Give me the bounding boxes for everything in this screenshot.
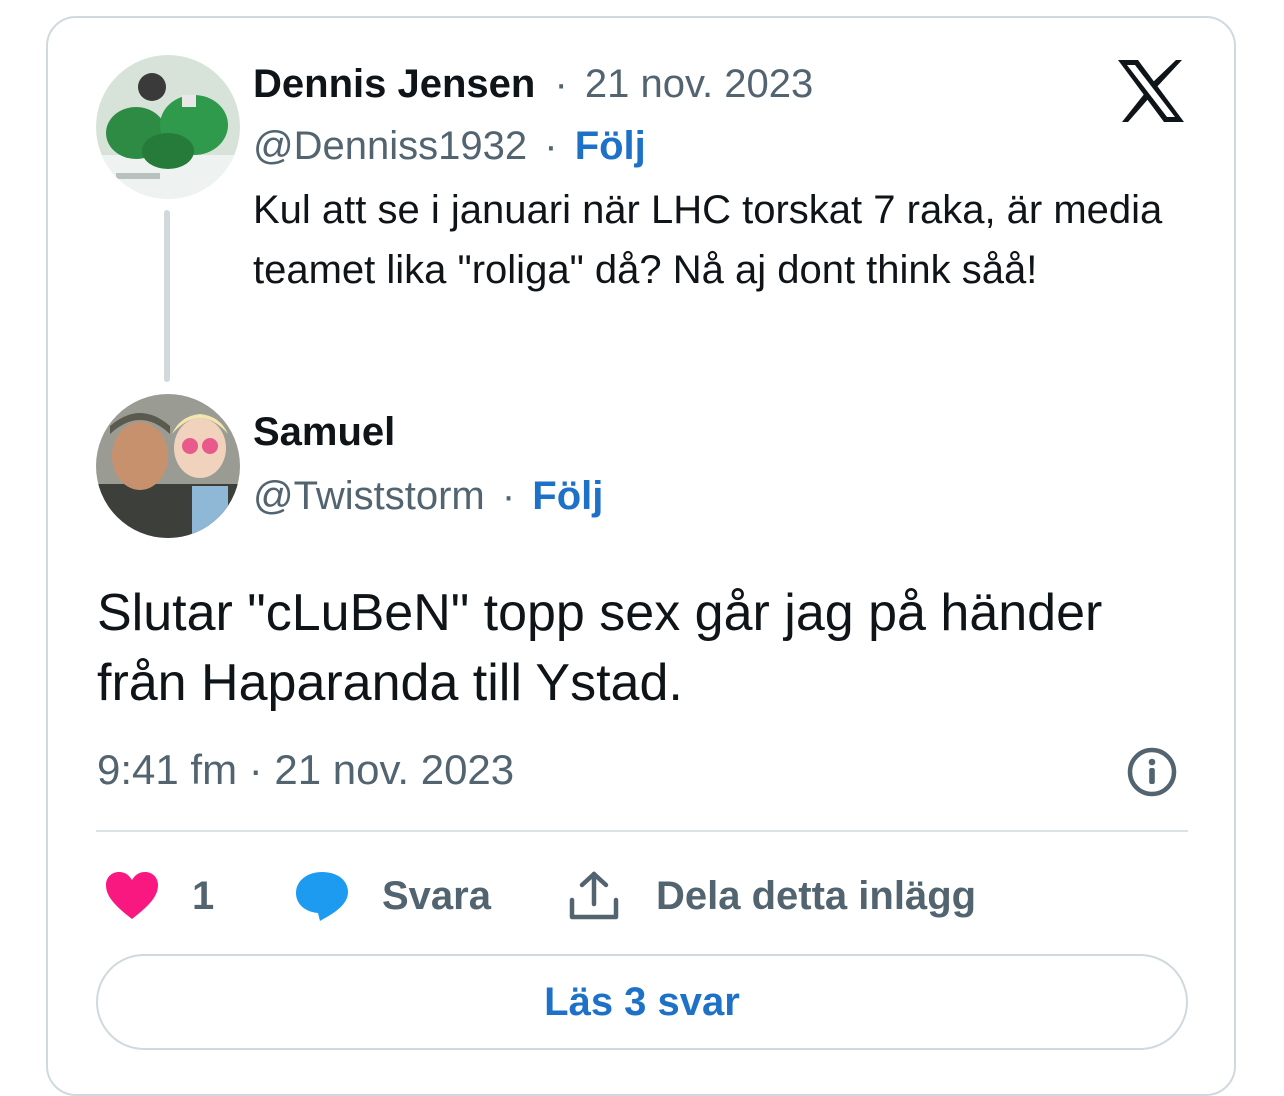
quoted-author-handle[interactable]: @Denniss1932 bbox=[253, 124, 527, 168]
x-logo-icon[interactable] bbox=[1118, 60, 1184, 122]
main-post-header: Samuel bbox=[253, 408, 395, 456]
speech-bubble-icon bbox=[296, 872, 348, 921]
quoted-post-text: Kul att se i januari när LHC torskat 7 r… bbox=[253, 188, 1163, 292]
header-separator: · bbox=[554, 62, 568, 106]
post-timestamp[interactable]: 9:41 fm · 21 nov. 2023 bbox=[97, 745, 514, 795]
main-handle-separator: · bbox=[501, 474, 516, 518]
quoted-post-date[interactable]: 21 nov. 2023 bbox=[585, 62, 813, 106]
share-label: Dela detta inlägg bbox=[656, 873, 977, 918]
like-count: 1 bbox=[192, 873, 215, 918]
like-button[interactable]: 1 bbox=[104, 866, 214, 926]
handle-separator: · bbox=[544, 124, 558, 168]
main-handle-row: @Twiststorm · Följ bbox=[253, 472, 603, 520]
main-post-text: Slutar "cLuBeN" topp sex går jag på händ… bbox=[97, 584, 1103, 712]
heart-icon bbox=[106, 872, 158, 919]
info-icon[interactable] bbox=[1126, 746, 1178, 798]
embedded-post-card bbox=[46, 16, 1236, 1096]
quoted-post-header: Dennis Jensen · 21 nov. 2023 bbox=[253, 60, 813, 108]
reply-label: Svara bbox=[382, 873, 491, 918]
hockey-player-avatar[interactable] bbox=[96, 55, 240, 199]
selfie-avatar[interactable] bbox=[96, 394, 240, 538]
main-author-handle[interactable]: @Twiststorm bbox=[253, 474, 485, 518]
thread-connector-line bbox=[164, 210, 170, 382]
follow-button-dennis[interactable]: Följ bbox=[575, 124, 646, 168]
share-button[interactable]: Dela detta inlägg bbox=[568, 866, 976, 926]
follow-button-samuel[interactable]: Följ bbox=[532, 474, 603, 518]
share-upload-icon bbox=[569, 871, 619, 920]
quoted-handle-row: @Denniss1932 · Följ bbox=[253, 122, 646, 170]
reply-button[interactable]: Svara bbox=[294, 866, 491, 926]
read-replies-button[interactable]: Läs 3 svar bbox=[96, 954, 1188, 1050]
quoted-author-name[interactable]: Dennis Jensen bbox=[253, 62, 535, 106]
main-author-name[interactable]: Samuel bbox=[253, 410, 395, 454]
actions-divider bbox=[96, 830, 1188, 832]
